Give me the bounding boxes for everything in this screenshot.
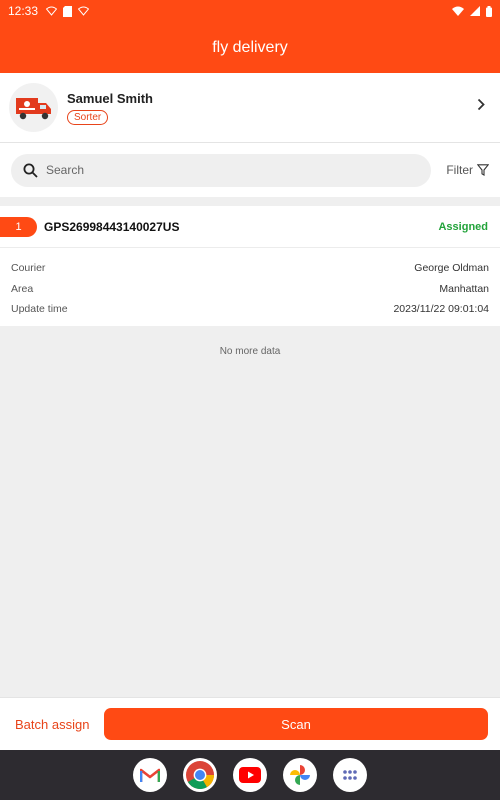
filter-button[interactable]: Filter xyxy=(446,163,489,177)
wifi-off-icon xyxy=(46,6,58,16)
profile-row[interactable]: Samuel Smith Sorter xyxy=(0,73,500,143)
batch-assign-button[interactable]: Batch assign xyxy=(15,717,89,732)
chrome-icon[interactable] xyxy=(183,758,217,792)
app-dock xyxy=(0,750,500,800)
status-time: 12:33 xyxy=(8,4,39,18)
detail-row: Courier George Oldman xyxy=(11,258,489,279)
filter-label: Filter xyxy=(446,163,473,177)
sd-card-icon xyxy=(63,5,73,17)
detail-row: Update time 2023/11/22 09:01:04 xyxy=(11,299,489,320)
status-label: Assigned xyxy=(438,220,488,233)
courier-label: Courier xyxy=(11,262,46,275)
parcel-card[interactable]: 1 GPS26998443140027US Assigned Courier G… xyxy=(0,206,500,326)
search-icon xyxy=(23,163,38,178)
app-drawer-icon[interactable] xyxy=(333,758,367,792)
scan-button[interactable]: Scan xyxy=(104,708,488,740)
wifi-icon xyxy=(452,6,464,16)
tracking-number: GPS26998443140027US xyxy=(44,219,180,234)
bottom-action-bar: Batch assign Scan xyxy=(0,697,500,750)
battery-icon xyxy=(486,5,492,17)
signal-icon xyxy=(470,6,480,16)
area-label: Area xyxy=(11,282,34,295)
delivery-truck-icon xyxy=(15,97,51,119)
area-value: Manhattan xyxy=(439,282,489,295)
chevron-right-icon[interactable] xyxy=(477,98,485,111)
list-end-text: No more data xyxy=(219,346,281,357)
card-header: 1 GPS26998443140027US Assigned xyxy=(0,206,500,248)
detail-row: Area Manhattan xyxy=(11,279,489,300)
photos-icon[interactable] xyxy=(283,758,317,792)
avatar xyxy=(9,83,58,132)
app-title: fly delivery xyxy=(212,38,288,56)
youtube-icon[interactable] xyxy=(233,758,267,792)
filter-icon xyxy=(477,164,489,176)
user-name: Samuel Smith xyxy=(67,90,153,106)
status-bar: 12:33 xyxy=(0,0,500,22)
update-time-label: Update time xyxy=(11,303,68,316)
update-time-value: 2023/11/22 09:01:04 xyxy=(393,303,489,316)
search-box[interactable] xyxy=(11,153,431,187)
role-badge: Sorter xyxy=(67,109,109,125)
search-row: Filter xyxy=(0,143,500,197)
search-input[interactable] xyxy=(46,163,386,177)
item-index: 1 xyxy=(0,216,37,237)
gmail-icon[interactable] xyxy=(133,758,167,792)
app-bar: fly delivery xyxy=(0,22,500,73)
wifi-off-icon-2 xyxy=(78,6,90,16)
courier-value: George Oldman xyxy=(414,262,489,275)
card-details: Courier George Oldman Area Manhattan Upd… xyxy=(0,248,500,326)
